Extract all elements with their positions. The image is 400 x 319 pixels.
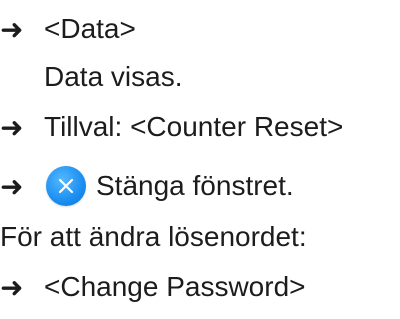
step-counter-reset-label: Tillval: <Counter Reset> — [44, 111, 344, 142]
step-change-password-label: <Change Password> — [44, 271, 306, 302]
step-data: ➜ <Data> — [0, 4, 136, 54]
step-counter-reset: ➜ Tillval: <Counter Reset> — [0, 102, 343, 152]
arrow-right-icon: ➜ — [0, 170, 24, 202]
step-close-window: ➜ Stänga fönstret. — [0, 158, 294, 214]
change-password-intro: För att ändra lösenordet: — [0, 212, 307, 262]
arrow-right-icon: ➜ — [0, 13, 24, 45]
result-text-label: Data visas. — [44, 61, 183, 92]
step-close-window-label: Stänga fönstret. — [96, 170, 294, 201]
close-icon[interactable] — [46, 166, 86, 206]
change-password-intro-label: För att ändra lösenordet: — [0, 221, 307, 252]
step-change-password: ➜ <Change Password> — [0, 262, 306, 312]
arrow-right-icon: ➜ — [0, 111, 24, 143]
arrow-right-icon: ➜ — [0, 271, 24, 303]
step-data-label: <Data> — [44, 13, 136, 44]
result-text: Data visas. — [0, 52, 183, 102]
